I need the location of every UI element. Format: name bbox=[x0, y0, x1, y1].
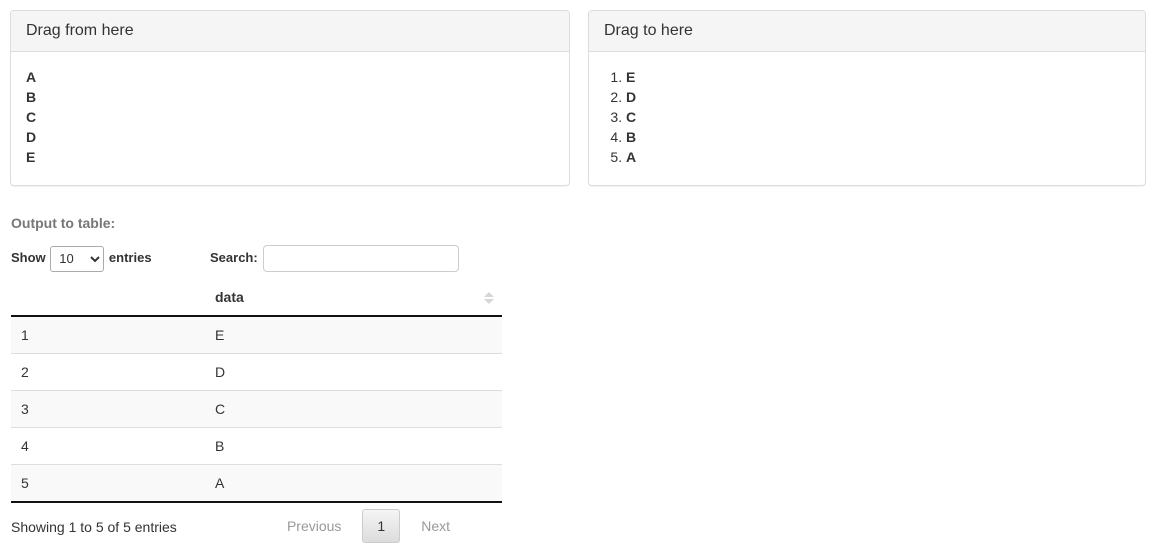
drag-item[interactable]: A bbox=[26, 67, 554, 87]
table-row[interactable]: 5 A bbox=[11, 465, 502, 503]
sort-desc-arrow-icon bbox=[484, 299, 494, 304]
cell-data: D bbox=[205, 354, 502, 391]
drag-source-panel-title: Drag from here bbox=[26, 21, 554, 41]
list-item[interactable]: E bbox=[626, 67, 1130, 87]
pagination-next-button[interactable]: Next bbox=[408, 509, 463, 543]
cell-data: B bbox=[205, 428, 502, 465]
cell-data: E bbox=[205, 316, 502, 354]
pagination-page-1-button[interactable]: 1 bbox=[362, 509, 400, 543]
drag-target-panel-body[interactable]: E D C B A bbox=[589, 52, 1145, 182]
table-body: 1 E 2 D 3 C 4 B 5 A bbox=[11, 316, 502, 502]
drop-item-label: C bbox=[626, 109, 636, 125]
drop-item-label: D bbox=[626, 89, 636, 105]
table-row[interactable]: 4 B bbox=[11, 428, 502, 465]
table-row[interactable]: 3 C bbox=[11, 391, 502, 428]
length-label-after: entries bbox=[109, 250, 152, 265]
drag-source-list[interactable]: A B C D E bbox=[26, 67, 554, 167]
datatable-footer: Showing 1 to 5 of 5 entries Previous1Nex… bbox=[11, 509, 462, 549]
drag-drop-panels: Drag from here A B C D E Drag to here E … bbox=[0, 0, 1156, 200]
drag-target-list[interactable]: E D C B A bbox=[604, 67, 1130, 167]
column-header-index[interactable] bbox=[11, 279, 205, 316]
datatable-wrapper: Show 10 25 50 100 entries Search: data bbox=[11, 240, 462, 549]
column-header-data[interactable]: data bbox=[205, 279, 502, 316]
cell-data: C bbox=[205, 391, 502, 428]
output-to-table-label: Output to table: bbox=[11, 214, 115, 232]
pagination: Previous1Next bbox=[274, 509, 463, 543]
drop-item-label: E bbox=[626, 69, 635, 85]
list-item[interactable]: B bbox=[626, 127, 1130, 147]
cell-index: 2 bbox=[11, 354, 205, 391]
drag-item[interactable]: D bbox=[26, 127, 554, 147]
drag-item[interactable]: C bbox=[26, 107, 554, 127]
drag-target-panel-title: Drag to here bbox=[604, 21, 1130, 41]
drag-source-panel-heading: Drag from here bbox=[11, 11, 569, 52]
cell-index: 1 bbox=[11, 316, 205, 354]
search-input[interactable] bbox=[263, 245, 459, 272]
pagination-previous-button[interactable]: Previous bbox=[274, 509, 354, 543]
table-row[interactable]: 1 E bbox=[11, 316, 502, 354]
drag-item[interactable]: E bbox=[26, 147, 554, 167]
sort-updown-icon[interactable] bbox=[484, 292, 494, 306]
cell-index: 4 bbox=[11, 428, 205, 465]
table-head: data bbox=[11, 279, 502, 316]
list-item[interactable]: C bbox=[626, 107, 1130, 127]
list-item[interactable]: A bbox=[626, 147, 1130, 167]
drop-item-label: B bbox=[626, 129, 636, 145]
table-header-row: data bbox=[11, 279, 502, 316]
cell-data: A bbox=[205, 465, 502, 503]
cell-index: 3 bbox=[11, 391, 205, 428]
list-item[interactable]: D bbox=[626, 87, 1130, 107]
drag-target-panel[interactable]: Drag to here E D C B A bbox=[588, 10, 1146, 186]
datatable-controls: Show 10 25 50 100 entries Search: bbox=[11, 240, 462, 274]
search-label: Search: bbox=[210, 250, 258, 265]
cell-index: 5 bbox=[11, 465, 205, 503]
column-header-data-label: data bbox=[215, 289, 244, 305]
drag-source-panel-body[interactable]: A B C D E bbox=[11, 52, 569, 182]
sort-asc-arrow-icon bbox=[484, 292, 494, 297]
drop-item-label: A bbox=[626, 149, 636, 165]
output-data-table: data 1 E 2 D 3 C 4 bbox=[11, 279, 502, 503]
drag-source-panel[interactable]: Drag from here A B C D E bbox=[10, 10, 570, 186]
entries-per-page-select[interactable]: 10 25 50 100 bbox=[50, 246, 104, 272]
table-row[interactable]: 2 D bbox=[11, 354, 502, 391]
datatable-filter-control: Search: bbox=[210, 244, 459, 272]
drag-item[interactable]: B bbox=[26, 87, 554, 107]
drag-target-panel-heading: Drag to here bbox=[589, 11, 1145, 52]
datatable-length-control: Show 10 25 50 100 entries bbox=[11, 244, 152, 272]
datatable-info: Showing 1 to 5 of 5 entries bbox=[11, 517, 177, 537]
length-label-before: Show bbox=[11, 250, 46, 265]
